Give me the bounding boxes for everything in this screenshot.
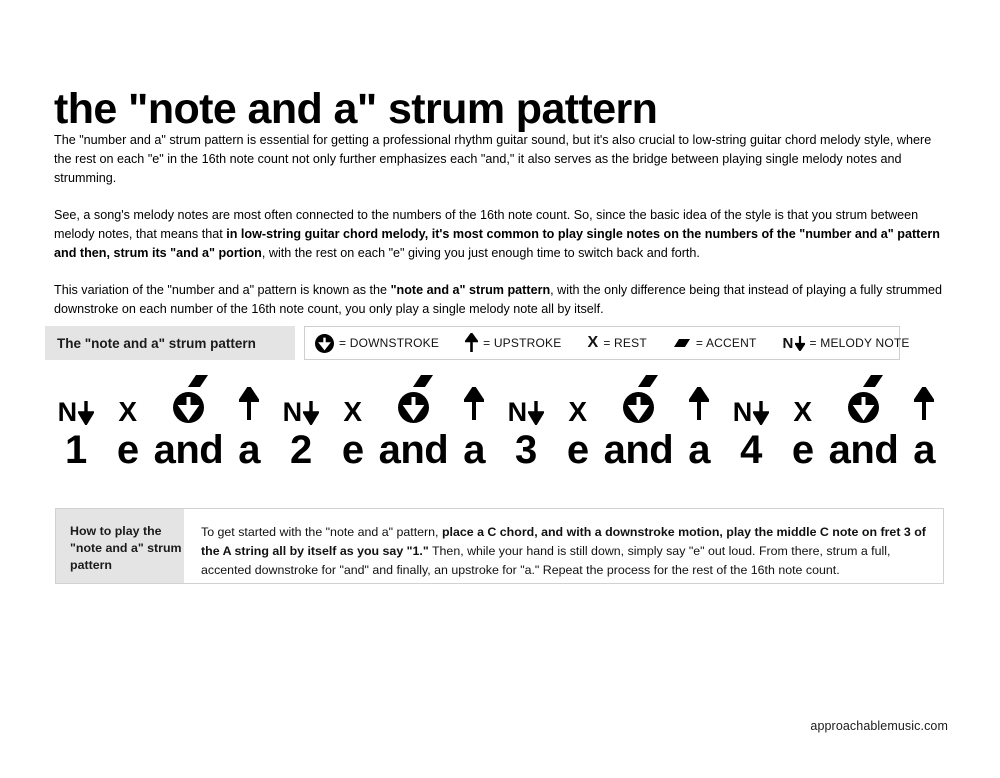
legend-item-downstroke: = DOWNSTROKE: [315, 333, 440, 353]
page-title: the "note and a" strum pattern: [54, 84, 658, 133]
paragraph: The "number and a" strum pattern is esse…: [54, 133, 932, 185]
beat-count: e: [341, 428, 364, 472]
beat-count: e: [566, 428, 589, 472]
how-to-play-text: To get started with the "note and a" pat…: [201, 525, 926, 577]
strum-notation-grid: N 1 Xe and a N 2 Xe and a N 3 Xe and a N 4 Xe and a: [50, 372, 950, 472]
beat-count: a: [913, 428, 936, 472]
accent-wedge-icon: [862, 374, 884, 393]
rest-x-icon: X: [587, 334, 599, 351]
beat-count: and: [153, 428, 224, 472]
intro-body-copy: The "number and a" strum pattern is esse…: [54, 131, 947, 319]
legend-item-upstroke: = UPSTROKE: [465, 333, 561, 353]
beat-cell: a: [898, 372, 950, 472]
accent-wedge-icon: [637, 374, 659, 393]
beat-count: 1: [65, 428, 87, 472]
legend-label: = UPSTROKE: [483, 336, 562, 350]
rest-x-icon: X: [793, 396, 813, 427]
melody-note-letter: N: [782, 334, 794, 352]
beat-count: e: [116, 428, 139, 472]
legend-label: = ACCENT: [695, 336, 757, 350]
beat-cell: Xe: [327, 372, 379, 473]
accent-wedge-icon: [187, 374, 209, 393]
beat-cell: a: [673, 372, 725, 472]
how-to-play-box: How to play the "note and a" strum patte…: [55, 508, 944, 584]
beat-count: 3: [515, 428, 537, 472]
melody-note-icon: N: [508, 372, 545, 428]
melody-note-icon: N: [283, 372, 320, 428]
downstroke-circle-icon: [173, 392, 205, 423]
beat-count: 2: [290, 428, 312, 472]
paragraph: This variation of the "number and a" pat…: [54, 283, 942, 316]
legend-row: The "note and a" strum pattern = DOWNSTR…: [45, 326, 909, 360]
downstroke-circle-icon: [623, 392, 655, 423]
legend-title-box: The "note and a" strum pattern: [45, 326, 295, 360]
accent-downstroke-icon: [840, 372, 886, 428]
accent-downstroke-icon: [165, 372, 211, 428]
legend-label: = DOWNSTROKE: [339, 336, 440, 350]
melody-note-icon: N: [58, 372, 95, 428]
beat-count: e: [791, 428, 814, 472]
beat-cell: N2: [275, 372, 327, 472]
accent-downstroke-icon: [390, 372, 436, 428]
upstroke-arrow-icon: [462, 372, 486, 428]
downstroke-circle-icon: [315, 333, 334, 353]
paragraph: See, a song's melody notes are most ofte…: [54, 208, 940, 260]
legend-item-melody-note: N = MELODY NOTE: [782, 334, 910, 352]
upstroke-arrow-icon: [465, 333, 479, 353]
beat-count: a: [463, 428, 485, 472]
legend-item-rest: X = REST: [587, 335, 646, 351]
melody-note-icon: N: [782, 334, 805, 352]
rest-x-icon: X: [118, 396, 138, 427]
beat-count: and: [828, 428, 899, 472]
beat-cell: N4: [725, 372, 777, 472]
how-to-play-label: How to play the "note and a" strum patte…: [56, 509, 184, 583]
rest-x-icon: X: [343, 396, 363, 427]
downstroke-circle-icon: [398, 392, 430, 423]
beat-count: and: [378, 428, 449, 472]
upstroke-arrow-icon: [912, 372, 936, 428]
accent-downstroke-icon: [615, 372, 661, 428]
beat-cell: a: [223, 372, 275, 472]
accent-wedge-icon: [412, 374, 434, 393]
melody-note-icon: N: [733, 372, 770, 428]
site-footer: approachablemusic.com: [810, 719, 948, 733]
legend-item-accent: = ACCENT: [673, 336, 757, 350]
beat-cell: and: [604, 372, 674, 472]
beat-cell: Xe: [102, 372, 154, 473]
beat-cell: and: [379, 372, 449, 472]
legend-title-label: The "note and a" strum pattern: [57, 335, 256, 351]
beat-count: and: [603, 428, 674, 472]
beat-count: a: [238, 428, 260, 472]
rest-x-icon: X: [568, 396, 588, 427]
downstroke-circle-icon: [848, 392, 880, 423]
beat-cell: N3: [500, 372, 552, 472]
legend-key-box: = DOWNSTROKE = UPSTROKE X = REST = ACCEN…: [304, 326, 909, 360]
legend-label: = MELODY NOTE: [809, 336, 910, 350]
beat-cell: and: [154, 372, 224, 472]
accent-wedge-icon: [673, 339, 691, 348]
beat-cell: Xe: [552, 372, 604, 473]
beat-cell: a: [448, 372, 500, 472]
beat-cell: N1: [50, 372, 102, 472]
beat-count: 4: [740, 428, 762, 472]
beat-cell: Xe: [777, 372, 829, 473]
beat-count: a: [688, 428, 711, 472]
upstroke-arrow-icon: [237, 372, 261, 428]
legend-label: = REST: [603, 336, 647, 350]
beat-cell: and: [829, 372, 899, 472]
upstroke-arrow-icon: [687, 372, 711, 428]
worksheet-page: the "note and a" strum pattern The "numb…: [0, 0, 1000, 778]
